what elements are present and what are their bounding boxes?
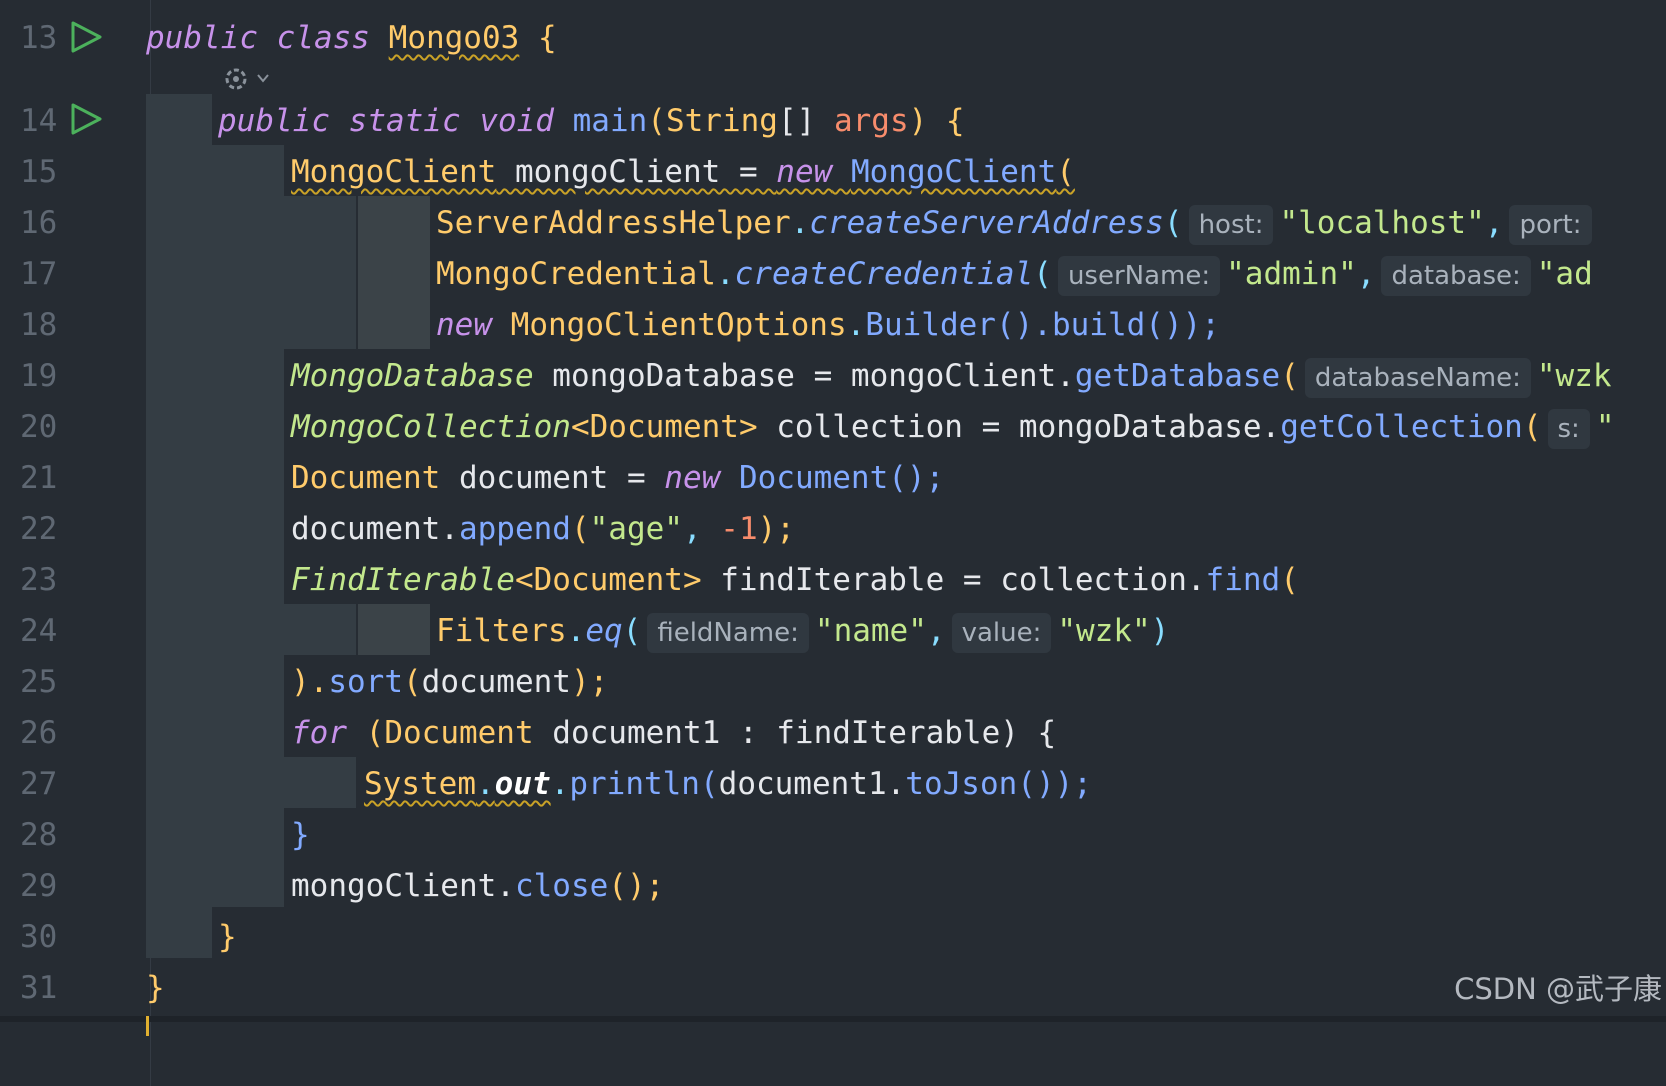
line-number: 29 <box>20 868 58 904</box>
code-line: document.append("age", -1); <box>291 511 795 547</box>
code-line: public class Mongo03 { <box>146 20 557 56</box>
code-line: System.out.println(document1.toJson()); <box>364 766 1092 802</box>
line-number: 26 <box>20 715 58 751</box>
code-line: } <box>146 970 165 1006</box>
line-number: 16 <box>20 205 58 241</box>
line-number: 21 <box>20 460 58 496</box>
code-line: ).sort(document); <box>291 664 609 700</box>
indent-guide <box>284 604 356 655</box>
param-hint: userName: <box>1057 255 1221 296</box>
param-hint: value: <box>951 612 1052 653</box>
text-caret <box>146 1016 149 1036</box>
run-play-icon[interactable] <box>70 20 104 54</box>
line-number: 20 <box>20 409 58 445</box>
indent-guide <box>212 145 284 907</box>
line-number: 27 <box>20 766 58 802</box>
code-line: Document document = new Document(); <box>291 460 945 496</box>
code-line: MongoDatabase mongoDatabase = mongoClien… <box>291 349 1612 403</box>
code-line: ServerAddressHelper.createServerAddress(… <box>436 196 1598 250</box>
ai-assistant-icon[interactable] <box>222 64 282 94</box>
param-hint: host: <box>1188 204 1274 245</box>
line-number: 25 <box>20 664 58 700</box>
code-line: for (Document document1 : findIterable) … <box>291 715 1057 751</box>
line-number: 24 <box>20 613 58 649</box>
indent-guide <box>358 196 430 349</box>
indent-guide <box>146 94 212 958</box>
watermark: CSDN @武子康 <box>1454 972 1662 1006</box>
code-line: mongoClient.close(); <box>291 868 665 904</box>
param-hint: database: <box>1381 255 1531 296</box>
code-line: } <box>218 919 237 955</box>
gutter: 13 14 15 16 17 18 19 20 21 22 23 24 25 2… <box>0 0 151 1086</box>
code-line: MongoClient mongoClient = new MongoClien… <box>291 154 1075 190</box>
line-number: 17 <box>20 256 58 292</box>
code-line: Filters.eq(fieldName: "name", value: "wzk") <box>436 604 1169 658</box>
line-number: 19 <box>20 358 58 394</box>
indent-guide <box>284 196 356 349</box>
code-line: MongoCredential.createCredential(userNam… <box>436 247 1593 301</box>
line-number: 13 <box>20 20 58 56</box>
line-number: 28 <box>20 817 58 853</box>
line-number: 23 <box>20 562 58 598</box>
line-number: 30 <box>20 919 58 955</box>
param-hint: port: <box>1509 204 1592 245</box>
run-play-icon[interactable] <box>70 102 104 136</box>
horizontal-scrollbar[interactable] <box>0 1016 1666 1022</box>
line-number: 22 <box>20 511 58 547</box>
code-line: FindIterable<Document> findIterable = co… <box>291 562 1299 598</box>
code-line: new MongoClientOptions.Builder().build()… <box>436 307 1220 343</box>
code-line: } <box>291 817 310 853</box>
code-editor[interactable]: public class Mongo03 { public static voi… <box>146 0 1666 1086</box>
code-line: public static void main(String[] args) { <box>218 103 965 139</box>
line-number: 15 <box>20 154 58 190</box>
code-line: MongoCollection<Document> collection = m… <box>291 400 1615 454</box>
line-number: 14 <box>20 103 58 139</box>
line-number: 18 <box>20 307 58 343</box>
param-hint: s: <box>1547 408 1590 449</box>
indent-guide <box>358 604 430 655</box>
indent-guide <box>284 757 356 808</box>
param-hint: databaseName: <box>1304 357 1531 398</box>
line-number: 31 <box>20 970 58 1006</box>
param-hint: fieldName: <box>647 612 809 653</box>
